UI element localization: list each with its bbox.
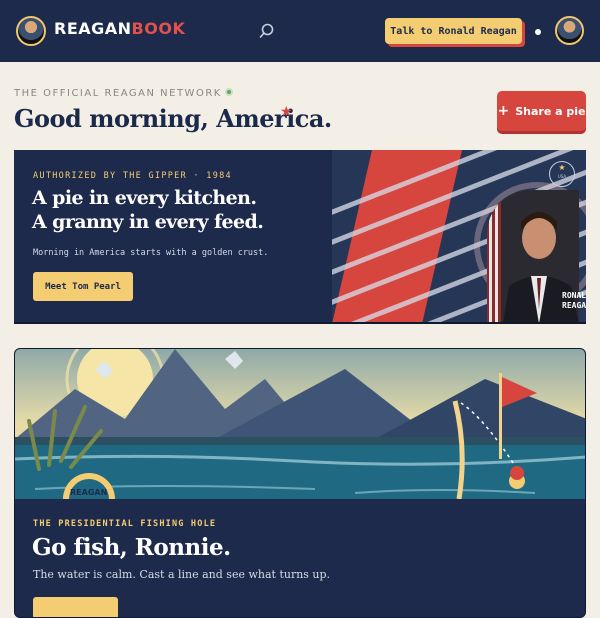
portrait-name-line-1: RONAL [562,291,587,300]
seal-text: USA [557,174,567,179]
search-icon[interactable] [258,22,276,40]
fishing-title: Go fish, Ronnie. [32,534,231,561]
share-pie-label: Share a pie [515,104,586,118]
plus-icon: + [497,103,510,119]
user-avatar[interactable] [555,16,584,45]
hero-banner: AUTHORIZED BY THE GIPPER · 1984 A pie in… [14,150,586,324]
share-pie-button[interactable]: + Share a pie [497,91,586,131]
hero-title: A pie in every kitchen. A granny in ever… [32,186,264,234]
hero-subtitle: Morning in America starts with a golden … [33,248,269,258]
fishing-kicker: THE PRESIDENTIAL FISHING HOLE [33,519,217,529]
notification-dot [535,29,541,35]
fishing-subtitle: The water is calm. Cast a line and see w… [33,568,331,581]
brand-name-main: REAGAN [54,19,132,38]
network-kicker-text: THE OFFICIAL REAGAN NETWORK [14,88,222,99]
buoy-label: REAGAN [70,488,108,497]
brand-avatar[interactable] [16,16,46,46]
hero-title-line-2: A granny in every feed. [32,211,264,233]
brand-name-accent: BOOK [131,19,186,38]
brand-logo[interactable]: REAGANBOOK [54,19,185,38]
meet-tom-pearl-button[interactable]: Meet Tom Pearl [33,272,133,301]
hero-kicker: AUTHORIZED BY THE GIPPER · 1984 [33,171,232,181]
fishing-action-button[interactable] [33,597,118,617]
network-kicker: THE OFFICIAL REAGAN NETWORK [14,88,233,99]
talk-to-reagan-button[interactable]: Talk to Ronald Reagan [385,18,522,44]
hero-title-line-1: A pie in every kitchen. [32,187,257,209]
usa-seal-icon: ★ USA [549,161,575,187]
top-header: REAGANBOOK Talk to Ronald Reagan [0,0,600,62]
portrait-name-line-2: REAGA [562,301,587,310]
star-icon: ★ [280,104,293,120]
fishing-card[interactable]: REAGAN THE PRESIDENTIAL FISHING HOLE Go … [14,348,586,618]
portrait-name-label: RONAL REAGA [562,291,586,311]
fishing-scene-art [15,349,585,499]
online-status-icon [224,88,233,96]
